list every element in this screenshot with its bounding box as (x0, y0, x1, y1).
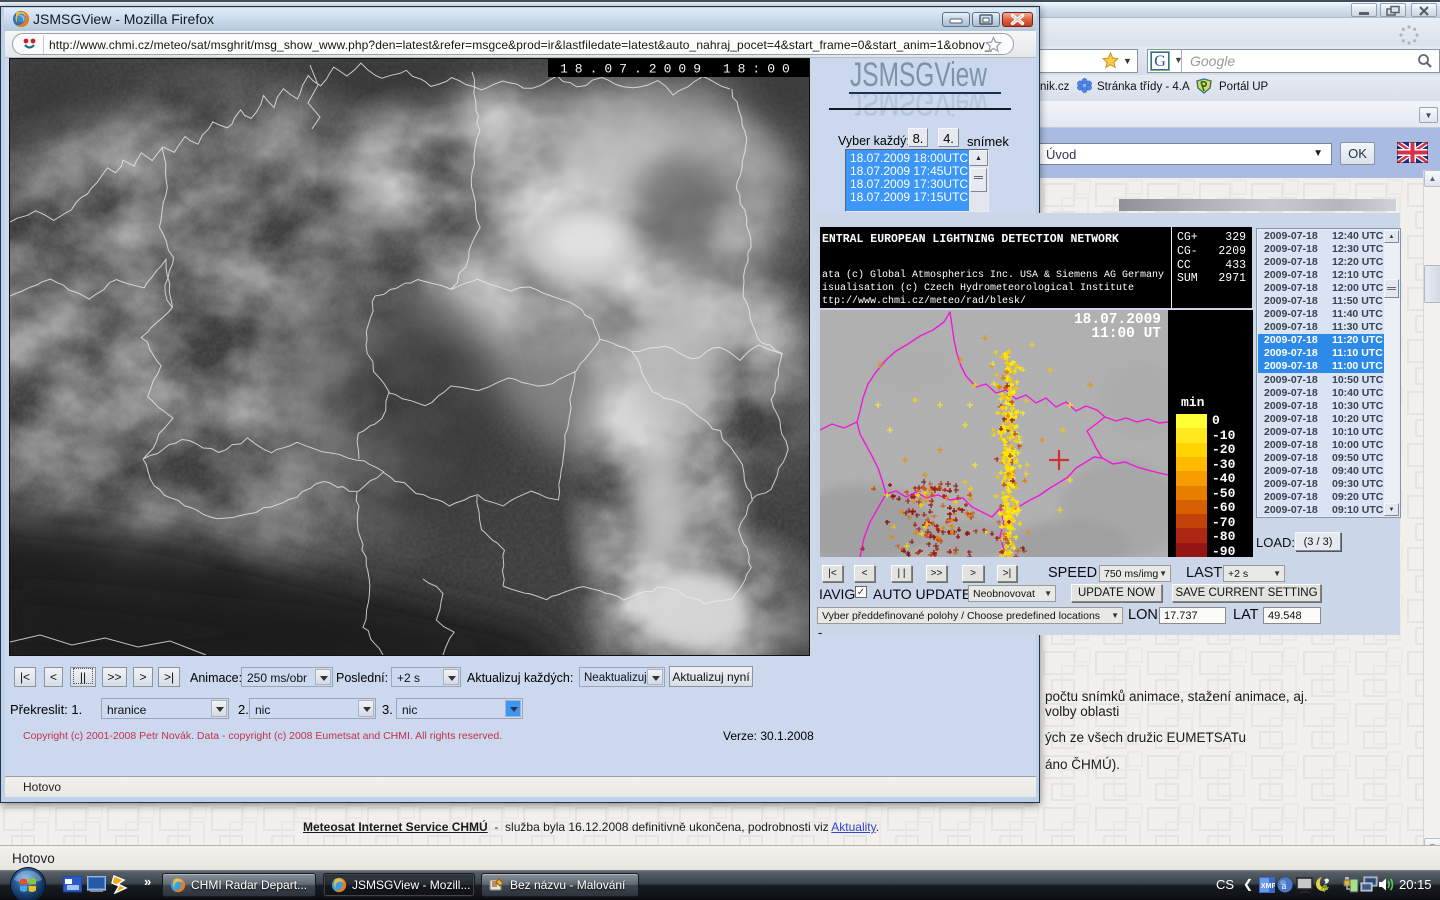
svg-text:-20: -20 (1212, 442, 1236, 457)
svg-text:-80: -80 (1212, 529, 1236, 544)
svg-text:18.07.2009 18:00: 18.07.2009 18:00 (560, 62, 797, 77)
svg-text:0: 0 (1212, 413, 1220, 428)
svg-text:-30: -30 (1212, 457, 1236, 472)
svg-text:-60: -60 (1212, 500, 1236, 515)
svg-text:-40: -40 (1212, 471, 1236, 486)
svg-text:-90: -90 (1212, 544, 1236, 557)
svg-text:XMP: XMP (1261, 883, 1275, 890)
svg-text:-50: -50 (1212, 486, 1236, 501)
svg-text:-10: -10 (1212, 428, 1236, 443)
svg-text:min: min (1181, 395, 1205, 410)
svg-text:a: a (1282, 880, 1287, 892)
svg-text:11:00 UT: 11:00 UT (1091, 326, 1161, 342)
svg-text:-70: -70 (1212, 515, 1236, 530)
